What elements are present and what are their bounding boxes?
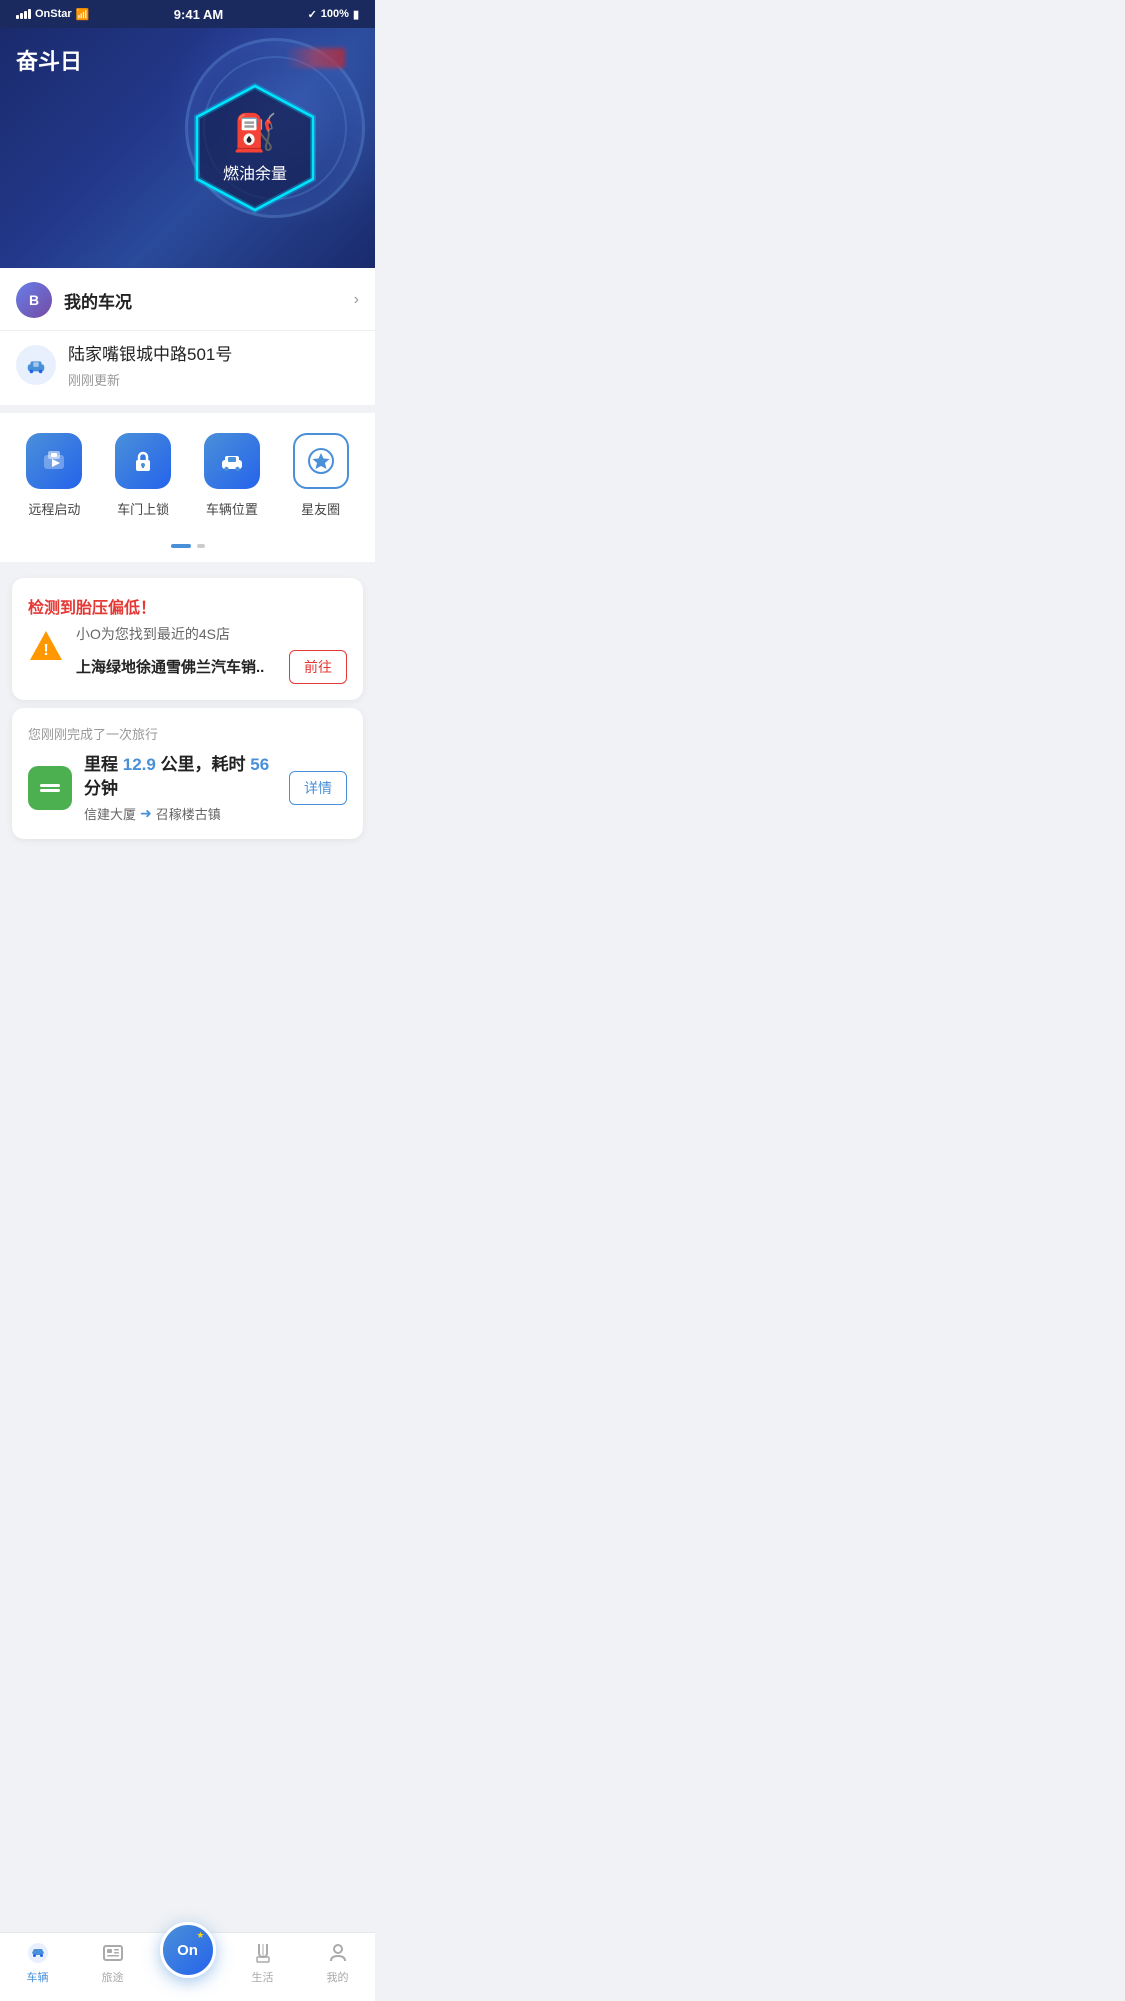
action-remote-start[interactable]: 远程启动 xyxy=(14,433,94,518)
car-status-label: 我的车况 xyxy=(64,288,342,313)
alert-subtitle: 小O为您找到最近的4S店 xyxy=(76,624,347,644)
trip-route: 信建大厦 ➜ 召稼楼古镇 xyxy=(84,804,277,823)
arrow-icon: ➜ xyxy=(140,805,152,822)
alert-goto-button[interactable]: 前往 xyxy=(289,650,347,684)
nav-center[interactable]: On ★ xyxy=(150,1942,225,1984)
carrier-label: OnStar xyxy=(35,8,72,20)
nav-vehicle-label: 车辆 xyxy=(27,1969,49,1985)
location-section: 陆家嘴银城中路501号 刚刚更新 xyxy=(0,331,375,413)
remote-start-icon-wrap xyxy=(26,433,82,489)
actions-grid: 远程启动 车门上锁 xyxy=(10,433,365,518)
action-car-location[interactable]: 车辆位置 xyxy=(192,433,272,518)
fuel-pump-icon: ⛽ xyxy=(233,112,278,154)
signal-bars xyxy=(16,9,31,19)
nav-center-on-label: On xyxy=(177,1943,198,1958)
alert-body: ! 小O为您找到最近的4S店 上海绿地徐通雪佛兰汽车销.. 前往 xyxy=(28,624,347,684)
nav-journey[interactable]: 旅途 xyxy=(75,1941,150,1985)
buick-logo: B xyxy=(16,282,52,318)
nav-mine[interactable]: 我的 xyxy=(300,1941,375,1985)
dot-active xyxy=(171,544,191,548)
trip-body: 里程 12.9 公里，耗时 56 分钟 信建大厦 ➜ 召稼楼古镇 详情 xyxy=(28,753,347,824)
car-location-icon-wrap xyxy=(204,433,260,489)
trip-distance-value: 12.9 xyxy=(123,755,156,774)
quick-actions: 远程启动 车门上锁 xyxy=(0,413,375,534)
location-update-time: 刚刚更新 xyxy=(68,370,359,389)
trip-time-unit: 分钟 xyxy=(84,779,118,798)
nav-life[interactable]: 生活 xyxy=(225,1941,300,1985)
trip-stats-main: 里程 12.9 公里，耗时 56 分钟 xyxy=(84,753,277,801)
door-lock-icon xyxy=(129,447,157,475)
trip-from: 信建大厦 xyxy=(84,804,136,823)
journey-icon xyxy=(101,1941,125,1965)
location-icon-wrap xyxy=(16,345,56,385)
hero-section: 奋斗日 ⛽ 燃油余量 xyxy=(0,28,375,268)
dot-inactive xyxy=(197,544,205,548)
mine-icon xyxy=(326,1941,350,1965)
action-door-lock[interactable]: 车门上锁 xyxy=(103,433,183,518)
action-star-circle[interactable]: 星友圈 xyxy=(281,433,361,518)
fuel-hex[interactable]: ⛽ 燃油余量 xyxy=(185,78,325,218)
nav-center-button[interactable]: On ★ xyxy=(160,1922,216,1978)
nav-vehicle[interactable]: 车辆 xyxy=(0,1941,75,1985)
trip-icon-wrap xyxy=(28,766,72,810)
trip-icon xyxy=(37,775,63,801)
location-info: 陆家嘴银城中路501号 刚刚更新 xyxy=(68,343,359,389)
fuel-label: 燃油余量 xyxy=(223,160,287,184)
vehicle-icon xyxy=(26,1941,50,1965)
car-status-section[interactable]: B 我的车况 › xyxy=(0,268,375,331)
battery-icon: ▮ xyxy=(353,8,359,21)
svg-text:!: ! xyxy=(43,642,48,659)
door-lock-label: 车门上锁 xyxy=(117,499,169,518)
alert-card: 检测到胎压偏低！ ! 小O为您找到最近的4S店 上海绿地徐通雪佛兰汽车销.. 前… xyxy=(12,578,363,700)
door-lock-icon-wrap xyxy=(115,433,171,489)
remote-start-label: 远程启动 xyxy=(28,499,80,518)
trip-stats: 里程 12.9 公里，耗时 56 分钟 信建大厦 ➜ 召稼楼古镇 xyxy=(84,753,277,824)
trip-distance-unit: 公里，耗时 xyxy=(161,755,246,774)
car-location-action-icon xyxy=(218,447,246,475)
trip-distance-label: 里程 xyxy=(84,755,118,774)
car-location-icon xyxy=(25,354,47,376)
nav-life-label: 生活 xyxy=(252,1969,274,1985)
trip-subtitle: 您刚刚完成了一次旅行 xyxy=(28,724,347,743)
life-icon xyxy=(251,1941,275,1965)
alert-title: 检测到胎压偏低！ xyxy=(28,594,347,618)
chevron-right-icon: › xyxy=(354,291,359,309)
car-location-label: 车辆位置 xyxy=(206,499,258,518)
hero-title: 奋斗日 xyxy=(16,44,82,76)
status-right: ✓ 100% ▮ xyxy=(308,8,359,21)
dots-indicator xyxy=(0,534,375,570)
status-bar: OnStar 📶 9:41 AM ✓ 100% ▮ xyxy=(0,0,375,28)
alert-dealer-row: 上海绿地徐通雪佛兰汽车销.. 前往 xyxy=(76,650,347,684)
nav-journey-label: 旅途 xyxy=(102,1969,124,1985)
battery-label: 100% xyxy=(321,8,349,20)
star-circle-label: 星友圈 xyxy=(301,499,340,518)
star-circle-icon-wrap xyxy=(293,433,349,489)
nav-center-star-icon: ★ xyxy=(196,1931,204,1940)
fuel-hex-inner: ⛽ 燃油余量 xyxy=(223,112,287,184)
trip-card: 您刚刚完成了一次旅行 里程 12.9 公里，耗时 56 分钟 信建大厦 ➜ xyxy=(12,708,363,840)
location-address: 陆家嘴银城中路501号 xyxy=(68,343,359,367)
wifi-icon: 📶 xyxy=(76,8,90,21)
warning-icon: ! xyxy=(28,628,64,664)
trip-detail-button[interactable]: 详情 xyxy=(289,771,347,805)
star-circle-icon xyxy=(307,447,335,475)
status-time: 9:41 AM xyxy=(174,7,223,22)
bottom-nav: 车辆 旅途 On ★ 生活 我 xyxy=(0,1932,375,2001)
bluetooth-icon: ✓ xyxy=(308,8,317,21)
alert-dealer-name: 上海绿地徐通雪佛兰汽车销.. xyxy=(76,656,281,677)
remote-start-icon xyxy=(40,447,68,475)
alert-content: 小O为您找到最近的4S店 上海绿地徐通雪佛兰汽车销.. 前往 xyxy=(76,624,347,684)
nav-mine-label: 我的 xyxy=(327,1969,349,1985)
status-left: OnStar 📶 xyxy=(16,8,89,21)
trip-to: 召稼楼古镇 xyxy=(156,804,221,823)
trip-time-value: 56 xyxy=(250,755,269,774)
